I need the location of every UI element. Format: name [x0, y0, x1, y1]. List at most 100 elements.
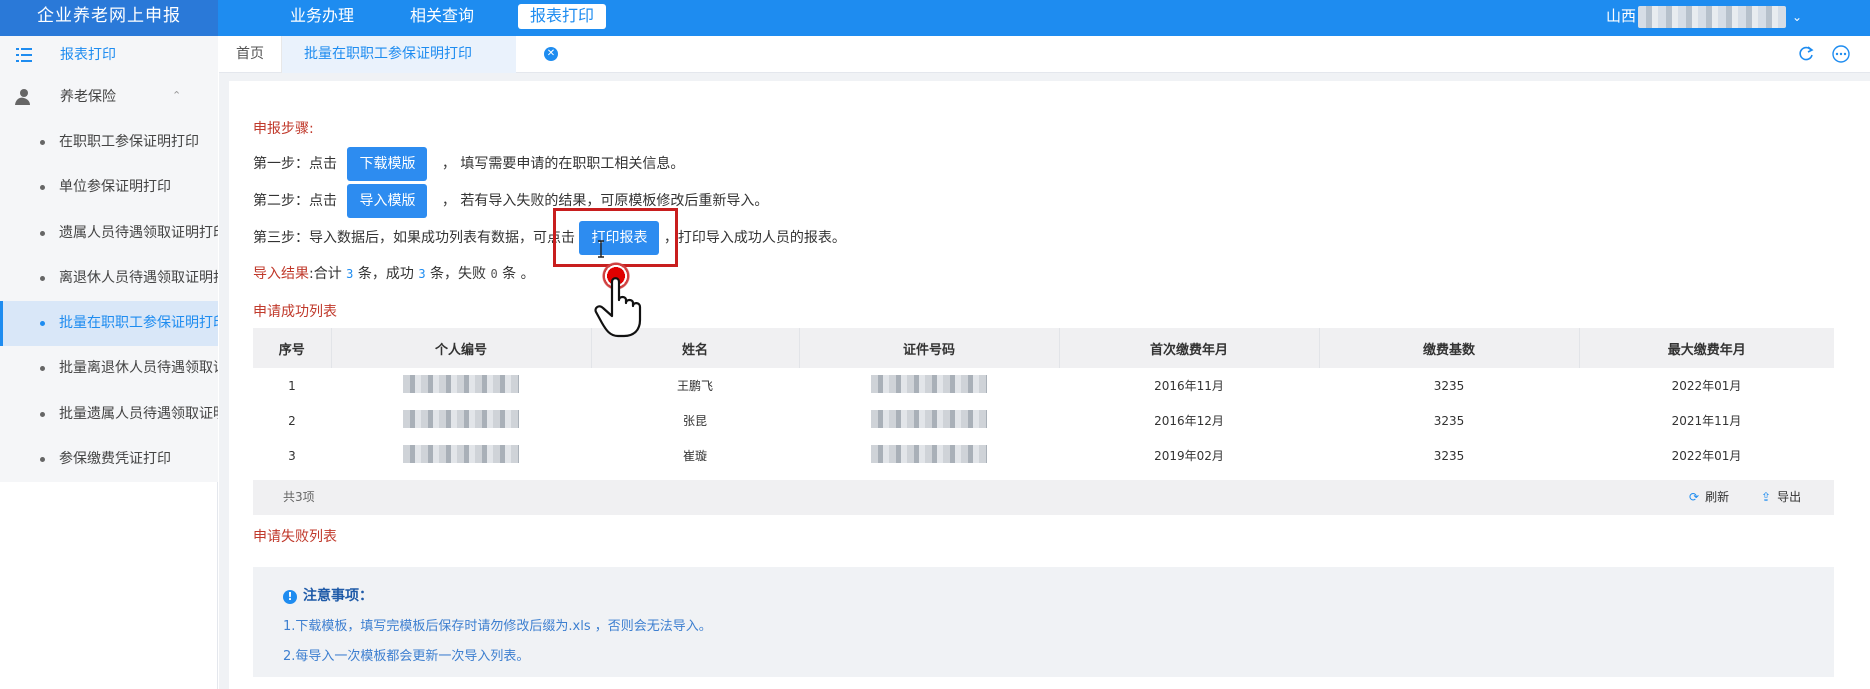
user-icon: [15, 89, 30, 105]
tab-bar: 首页 批量在职职工参保证明打印 ✕: [219, 36, 1870, 73]
table-footer: 共3项 ⟳ 刷新 ⇪ 导出: [253, 480, 1834, 515]
download-template-button[interactable]: 下载模版: [347, 147, 428, 181]
table-cell: 2021年11月: [1671, 414, 1742, 428]
column-header: 证件号码: [799, 328, 1060, 368]
table-cell: [799, 368, 1059, 403]
notice-line-2: 2.每导入一次模板都会更新一次导入列表。: [283, 649, 530, 664]
redacted-value: [403, 410, 519, 428]
tab-current[interactable]: 批量在职职工参保证明打印 ✕: [282, 36, 558, 73]
notice-line-1: 1.下载模板，填写完模板后保存时请勿修改后缀为.xls ，否则会无法导入。: [283, 619, 712, 634]
export-label: 导出: [1777, 490, 1802, 504]
sidebar-item[interactable]: 遗属人员待遇领取证明打印: [0, 210, 218, 256]
refresh-button[interactable]: ⟳ 刷新: [1689, 480, 1729, 515]
step-2-prefix: 第二步：点击: [253, 193, 337, 209]
close-icon[interactable]: ✕: [544, 47, 558, 61]
table-cell: 2019年02月: [1154, 449, 1224, 463]
result-success: 3: [418, 267, 426, 281]
table-cell: 1: [288, 378, 296, 393]
table-cell: 2022年01月: [1671, 449, 1742, 463]
sidebar-item[interactable]: 参保缴费凭证打印: [0, 437, 218, 483]
step-3: 第三步：导入数据后，如果成功列表有数据，可点击 打印报表 ，打印导入成功人员的报…: [253, 221, 846, 255]
result-text: 条，成功: [353, 266, 419, 282]
text-cursor-icon: [598, 240, 604, 258]
highlight-box: [553, 208, 678, 267]
table-cell: 3235: [1433, 413, 1465, 428]
table-row: 2 张昆 2016年12月 3235 2021年11月: [253, 403, 1834, 438]
sidebar-item[interactable]: 单位参保证明打印: [0, 165, 218, 211]
table-body: 1 王鹏飞 2016年11月 3235 2022年01月 2 张昆 2016年12月 3235 2…: [253, 368, 1834, 473]
column-header: 最大缴费年月: [1579, 328, 1834, 368]
table-cell: 崔璇: [682, 449, 707, 463]
chevron-up-icon: ⌃: [172, 89, 182, 102]
success-table: 序号 个人编号 姓名 证件号码 首次缴费年月 缴费基数 最大缴费年月 1 王鹏飞 2016年11…: [253, 328, 1834, 473]
column-header: 个人编号: [331, 328, 592, 368]
info-icon: !: [283, 590, 297, 604]
table-cell: 2022年01月: [1671, 379, 1742, 393]
table-cell: 3235: [1433, 448, 1465, 463]
redacted-value: [403, 375, 519, 393]
tab-current-label: 批量在职职工参保证明打印: [304, 46, 472, 62]
app-brand: 企业养老网上申报: [0, 0, 218, 36]
result-text: 条 。: [497, 266, 535, 282]
sidebar-items: 在职职工参保证明打印 单位参保证明打印 遗属人员待遇领取证明打印 离退休人员待遇领取证…: [0, 120, 218, 483]
table-cell: 张昆: [682, 414, 707, 428]
notice-title: ! 注意事项：: [283, 585, 373, 605]
sidebar-header-label: 报表打印: [60, 47, 116, 63]
table-count: 共3项: [283, 490, 315, 504]
list-icon: [16, 48, 32, 62]
sidebar-item[interactable]: 离退休人员待遇领取证明打印: [0, 255, 218, 302]
more-icon[interactable]: [1831, 44, 1851, 64]
table-cell: [799, 438, 1059, 473]
nav-report-print[interactable]: 报表打印: [518, 4, 607, 29]
table-cell: [331, 403, 591, 438]
success-list-title: 申请成功列表: [253, 304, 337, 320]
export-button[interactable]: ⇪ 导出: [1761, 480, 1801, 515]
table-cell: [331, 438, 591, 473]
sidebar-item[interactable]: 批量遗属人员待遇领取证明打印: [0, 391, 218, 438]
sidebar-item[interactable]: 批量离退休人员待遇领取证明打印: [0, 346, 218, 392]
table-header-row: 序号 个人编号 姓名 证件号码 首次缴费年月 缴费基数 最大缴费年月: [253, 328, 1834, 368]
sidebar-header[interactable]: 报表打印: [0, 36, 218, 74]
notice-title-text: 注意事项：: [303, 588, 373, 604]
region-label: 山西: [1606, 7, 1637, 25]
redacted-value: [871, 445, 987, 463]
table-cell: 王鹏飞: [676, 379, 713, 393]
table-row: 3 崔璇 2019年02月 3235 2022年01月: [253, 438, 1834, 473]
redacted-value: [403, 445, 519, 463]
upload-icon: ⇪: [1761, 490, 1772, 504]
redacted-value: [871, 375, 987, 393]
fail-list-title: 申请失败列表: [253, 529, 337, 545]
refresh-icon: ⟳: [1689, 490, 1700, 504]
step-2-suffix: ， 若有导入失败的结果，可原模板修改后重新导入。: [441, 193, 769, 209]
notice-box: ! 注意事项： 1.下载模板，填写完模板后保存时请勿修改后缀为.xls ，否则会无…: [253, 567, 1834, 677]
import-result: 导入结果:合计 3 条，成功 3 条，失败 0 条 。: [253, 263, 535, 283]
redacted-value: [871, 410, 987, 428]
table-cell: 2: [288, 413, 296, 428]
nav-business[interactable]: 业务办理: [290, 0, 354, 36]
table-cell: 2016年11月: [1154, 379, 1224, 393]
import-template-button[interactable]: 导入模版: [347, 184, 428, 218]
refresh-label: 刷新: [1705, 490, 1730, 504]
sidebar-group-pension[interactable]: 养老保险 ⌃: [0, 74, 218, 120]
result-text: :合计: [309, 266, 347, 282]
sidebar-group-label: 养老保险: [60, 89, 116, 105]
step-3-suffix: ，打印导入成功人员的报表。: [663, 230, 846, 246]
table-cell: 2016年12月: [1154, 414, 1224, 428]
table-cell: [799, 403, 1059, 438]
table-cell: [331, 368, 591, 403]
nav-query[interactable]: 相关查询: [410, 0, 474, 36]
redacted-username: [1638, 5, 1787, 28]
step-3-prefix: 第三步：导入数据后，如果成功列表有数据，可点击: [253, 230, 575, 246]
tab-home[interactable]: 首页: [219, 36, 282, 73]
column-header: 序号: [253, 328, 332, 368]
sidebar-item[interactable]: 在职职工参保证明打印: [0, 120, 218, 166]
result-text: 条，失败: [425, 266, 491, 282]
result-fail: 0: [490, 267, 498, 281]
column-header: 首次缴费年月: [1059, 328, 1320, 368]
refresh-icon[interactable]: [1796, 44, 1816, 64]
sidebar-item[interactable]: 批量在职职工参保证明打印: [0, 301, 218, 347]
user-region-menu[interactable]: 山西 ⌄: [1606, 0, 1802, 36]
column-header: 缴费基数: [1319, 328, 1580, 368]
sidebar: 报表打印 养老保险 ⌃ 在职职工参保证明打印 单位参保证明打印 遗属人员待遇领取证明…: [0, 36, 218, 689]
table-row: 1 王鹏飞 2016年11月 3235 2022年01月: [253, 368, 1834, 403]
